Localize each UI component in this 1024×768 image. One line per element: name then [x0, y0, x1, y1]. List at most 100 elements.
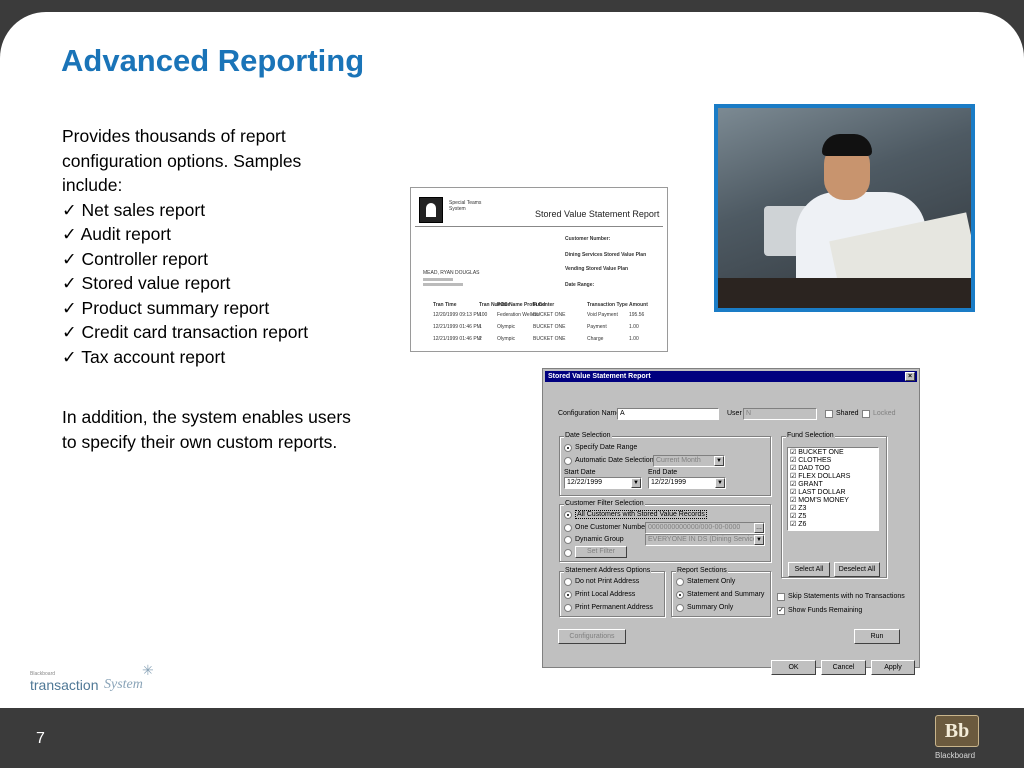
show-funds-label: Show Funds Remaining [788, 607, 863, 614]
shared-checkbox[interactable] [825, 410, 833, 418]
fund-list-item[interactable]: LAST DOLLAR [790, 489, 876, 497]
report-cell: 1.00 [629, 336, 639, 342]
all-customers-radio[interactable] [564, 511, 572, 519]
dynamic-group-radio[interactable] [564, 536, 572, 544]
report-plan-label: Dining Services Stored Value Plan [565, 252, 647, 258]
one-customer-value: 0000000000000/000-00-0000 [648, 524, 741, 531]
report-column-header: Transaction Type [587, 302, 628, 308]
print-local-label: Print Local Address [575, 591, 636, 598]
report-cell: Olympic [497, 336, 516, 342]
automatic-date-select[interactable]: Current Month ▼ [653, 455, 725, 467]
start-date-select[interactable]: 12/22/1999 ▼ [564, 477, 642, 489]
print-permanent-radio[interactable] [564, 604, 572, 612]
sample-item: ✓ Controller report [62, 248, 208, 269]
fund-list-item[interactable]: BUCKET ONE [790, 449, 876, 457]
select-all-button[interactable]: Select All [788, 562, 830, 577]
cancel-button[interactable]: Cancel [821, 660, 866, 675]
blackboard-logo-icon: Bb [935, 715, 979, 747]
checkmark-icon: ✓ [62, 199, 82, 220]
chevron-down-icon[interactable]: ▼ [715, 478, 725, 488]
report-cell: 195.56 [629, 312, 645, 318]
checkmark-icon: ✓ [62, 322, 82, 342]
configurations-button[interactable]: Configurations [558, 629, 626, 644]
fund-list-item[interactable]: CLOTHES [790, 457, 876, 465]
user-label: User [727, 410, 742, 417]
locked-checkbox[interactable] [862, 410, 870, 418]
report-vending-label: Vending Stored Value Plan [565, 266, 629, 272]
chevron-down-icon[interactable]: ▼ [714, 456, 724, 466]
dynamic-group-label: Dynamic Group [575, 536, 624, 543]
close-icon[interactable]: × [905, 372, 915, 381]
start-date-value: 12/22/1999 [567, 479, 603, 486]
sample-item: ✓ Product summary report [62, 297, 270, 318]
checkmark-icon: ✓ [62, 224, 81, 244]
run-button[interactable]: Run [854, 629, 900, 644]
ok-button[interactable]: OK [771, 660, 816, 675]
sample-item: ✓ Credit card transaction report [62, 322, 309, 342]
summary-only-label: Summary Only [687, 604, 734, 611]
report-cell: 12/21/1999 01:46 PM [433, 324, 481, 330]
dynamic-group-select[interactable]: EVERYONE IN DS (Dining Services) ▼ [645, 534, 765, 546]
locked-label: Locked [873, 410, 896, 417]
fund-list-item[interactable]: FLEX DOLLARS [790, 473, 876, 481]
customer-filter-label: Customer Filter Selection [564, 500, 645, 507]
one-customer-input[interactable]: 0000000000000/000-00-0000 … [645, 522, 765, 534]
report-cell: BUCKET ONE [533, 336, 566, 342]
do-not-print-radio[interactable] [564, 578, 572, 586]
checkmark-icon: ✓ [62, 346, 82, 367]
chevron-down-icon[interactable]: ▼ [631, 478, 641, 488]
report-cell: Void Payment [587, 312, 618, 318]
print-local-radio[interactable] [564, 591, 572, 599]
fund-list-item[interactable]: DAD TOO [790, 465, 876, 473]
user-input[interactable]: N [743, 408, 817, 420]
report-org-line2: System [449, 206, 466, 212]
one-customer-radio[interactable] [564, 524, 572, 532]
fund-list-item[interactable]: Z3 [790, 505, 876, 513]
apply-button[interactable]: Apply [871, 660, 915, 675]
configuration-name-input[interactable]: A [617, 408, 719, 420]
deselect-all-button[interactable]: Deselect All [834, 562, 880, 577]
report-customer-name: MEAD, RYAN DOUGLAS [423, 270, 480, 276]
report-cell: 2 [479, 336, 482, 342]
show-funds-checkbox[interactable]: ✓ [777, 607, 785, 615]
report-cell: 100 [479, 312, 488, 318]
report-cell: 1 [479, 324, 482, 330]
checkmark-icon: ✓ [62, 297, 82, 318]
fund-list-item[interactable]: MOM'S MONEY [790, 497, 876, 505]
report-title: Stored Value Statement Report [535, 209, 660, 219]
slide-body: Provides thousands of report configurati… [62, 124, 362, 454]
configuration-name-label: Configuration Name [558, 410, 621, 417]
fund-list-item[interactable]: Z6 [790, 521, 876, 529]
fund-list-item[interactable]: GRANT [790, 481, 876, 489]
star-icon: ✳ [142, 662, 154, 678]
automatic-date-radio[interactable] [564, 457, 572, 465]
dialog-titlebar: Stored Value Statement Report × [545, 371, 917, 382]
report-column-header: Tran Time [433, 302, 457, 308]
fund-selection-label: Fund Selection [786, 432, 835, 439]
report-column-header: Fund [533, 302, 546, 308]
statement-and-summary-label: Statement and Summary [687, 591, 765, 598]
statement-and-summary-radio[interactable] [676, 591, 684, 599]
fund-list[interactable]: BUCKET ONECLOTHESDAD TOOFLEX DOLLARSGRAN… [787, 447, 879, 531]
set-filter-radio[interactable] [564, 549, 572, 557]
skip-statements-label: Skip Statements with no Transactions [788, 593, 905, 600]
summary-only-radio[interactable] [676, 604, 684, 612]
dialog-title: Stored Value Statement Report [548, 373, 651, 380]
chevron-down-icon[interactable]: ▼ [754, 535, 764, 545]
end-date-select[interactable]: 12/22/1999 ▼ [648, 477, 726, 489]
page-number: 7 [36, 730, 45, 747]
specify-date-range-radio[interactable] [564, 444, 572, 452]
report-cell: 12/20/1999 09:13 PM [433, 312, 481, 318]
ellipsis-icon[interactable]: … [754, 523, 764, 533]
report-cell: Olympic [497, 324, 516, 330]
checkmark-icon: ✓ [62, 248, 82, 269]
end-date-value: 12/22/1999 [651, 479, 687, 486]
fund-list-item[interactable]: Z5 [790, 513, 876, 521]
skip-statements-checkbox[interactable] [777, 593, 785, 601]
set-filter-button[interactable]: Set Filter [575, 546, 627, 558]
report-sections-label: Report Sections [676, 567, 728, 574]
statement-only-radio[interactable] [676, 578, 684, 586]
report-thumbnail: Special Teams System Stored Value Statem… [410, 187, 668, 352]
report-cell: 1.00 [629, 324, 639, 330]
report-date-range-label: Date Range: [565, 282, 595, 288]
